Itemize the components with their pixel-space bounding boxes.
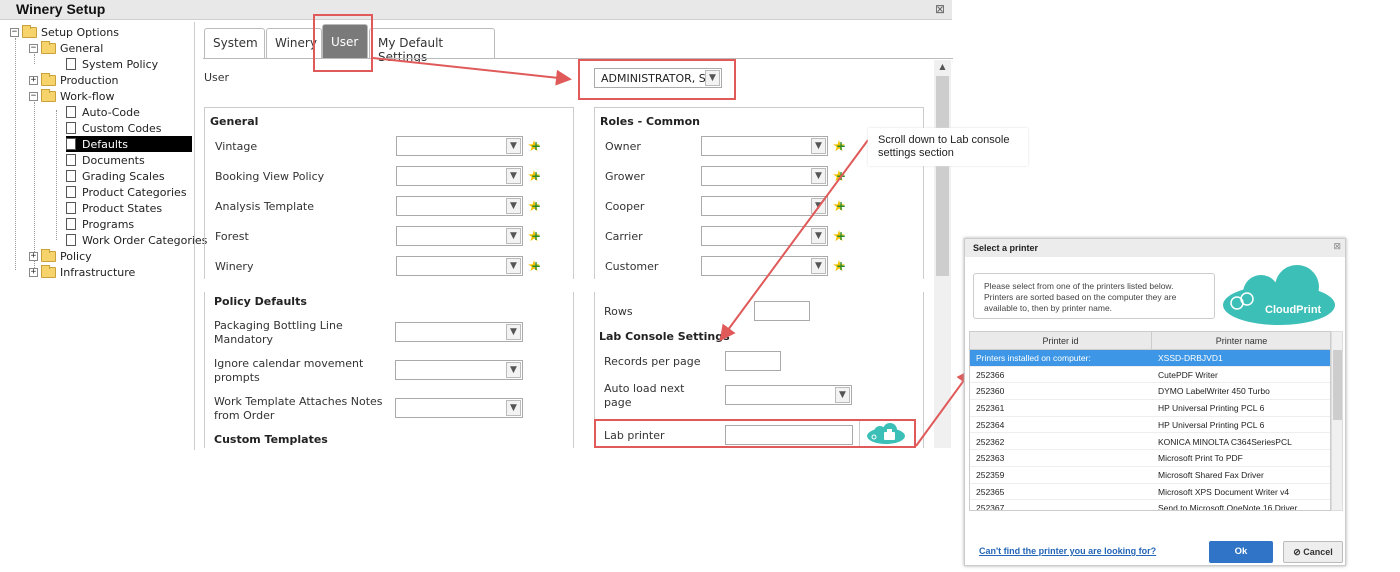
close-icon[interactable]: ⊠ [1333,242,1341,252]
printer-row[interactable]: 252360 DYMO LabelWriter 450 Turbo [970,383,1330,401]
printer-id-cell: 252361 [976,403,1005,414]
column-header-printer-id: Printer id [970,332,1152,350]
printer-name-cell: Send to Microsoft OneNote 16 Driver [1158,503,1298,511]
printer-name-cell: DYMO LabelWriter 450 Turbo [1158,386,1270,397]
printer-table-scrollbar[interactable] [1331,331,1343,511]
cancel-button[interactable]: ⊘ Cancel [1283,541,1343,563]
printer-id-cell: 252359 [976,469,1005,480]
printer-name-cell: Microsoft XPS Document Writer v4 [1158,486,1290,497]
printer-id-cell: 252366 [976,369,1005,380]
printer-name-cell: HP Universal Printing PCL 6 [1158,403,1265,414]
printer-id-cell: Printers installed on computer: [976,353,1091,363]
printer-name-cell: KONICA MINOLTA C364SeriesPCL [1158,436,1292,447]
cancel-icon: ⊘ [1293,547,1304,557]
printer-id-cell: 252360 [976,386,1005,397]
printer-id-cell: 252363 [976,453,1005,464]
printer-row[interactable]: 252365 Microsoft XPS Document Writer v4 [970,484,1330,501]
cloudprint-logo-text: CloudPrint [1265,304,1322,316]
scrollbar-thumb[interactable] [1333,350,1342,420]
printer-row[interactable]: 252362 KONICA MINOLTA C364SeriesPCL [970,434,1330,451]
arrow-to-lab-console [719,139,869,342]
ok-button[interactable]: Ok [1209,541,1273,563]
printer-table: Printer id Printer name Printers install… [969,331,1331,511]
cant-find-printer-link[interactable]: Can't find the printer you are looking f… [979,546,1156,556]
printer-name-cell: XSSD-DRBJVD1 [1158,353,1223,363]
select-printer-dialog: Select a printer ⊠ Please select from on… [964,238,1346,566]
instruction-callout: Scroll down to Lab console settings sect… [868,128,1028,166]
cloudprint-logo-icon [1223,265,1335,325]
cloudprint-logo: CloudPrint [1219,263,1341,327]
printer-row[interactable]: 252359 Microsoft Shared Fax Driver [970,467,1330,484]
printer-id-cell: 252364 [976,419,1005,430]
printer-row[interactable]: 252363 Microsoft Print To PDF [970,450,1330,467]
dialog-title: Select a printer [965,239,1345,257]
printer-row[interactable]: Printers installed on computer: XSSD-DRBJ… [970,350,1330,367]
printer-name-cell: HP Universal Printing PCL 6 [1158,419,1265,430]
printer-id-cell: 252367 [976,503,1005,511]
printer-row[interactable]: 252366 CutePDF Writer [970,367,1330,384]
printer-row[interactable]: 252367 Send to Microsoft OneNote 16 Drive… [970,500,1330,511]
printer-id-cell: 252362 [976,436,1005,447]
printer-name-cell: Microsoft Print To PDF [1158,453,1243,464]
column-header-printer-name: Printer name [1152,332,1330,350]
arrow-to-user-select [372,57,572,86]
printer-row[interactable]: 252364 HP Universal Printing PCL 6 [970,417,1330,434]
printer-name-cell: Microsoft Shared Fax Driver [1158,469,1264,480]
dialog-info-text: Please select from one of the printers l… [973,273,1215,319]
printer-row[interactable]: 252361 HP Universal Printing PCL 6 [970,400,1330,417]
printer-name-cell: CutePDF Writer [1158,369,1218,380]
arrow-to-printer-row [915,368,973,447]
printer-id-cell: 252365 [976,486,1005,497]
